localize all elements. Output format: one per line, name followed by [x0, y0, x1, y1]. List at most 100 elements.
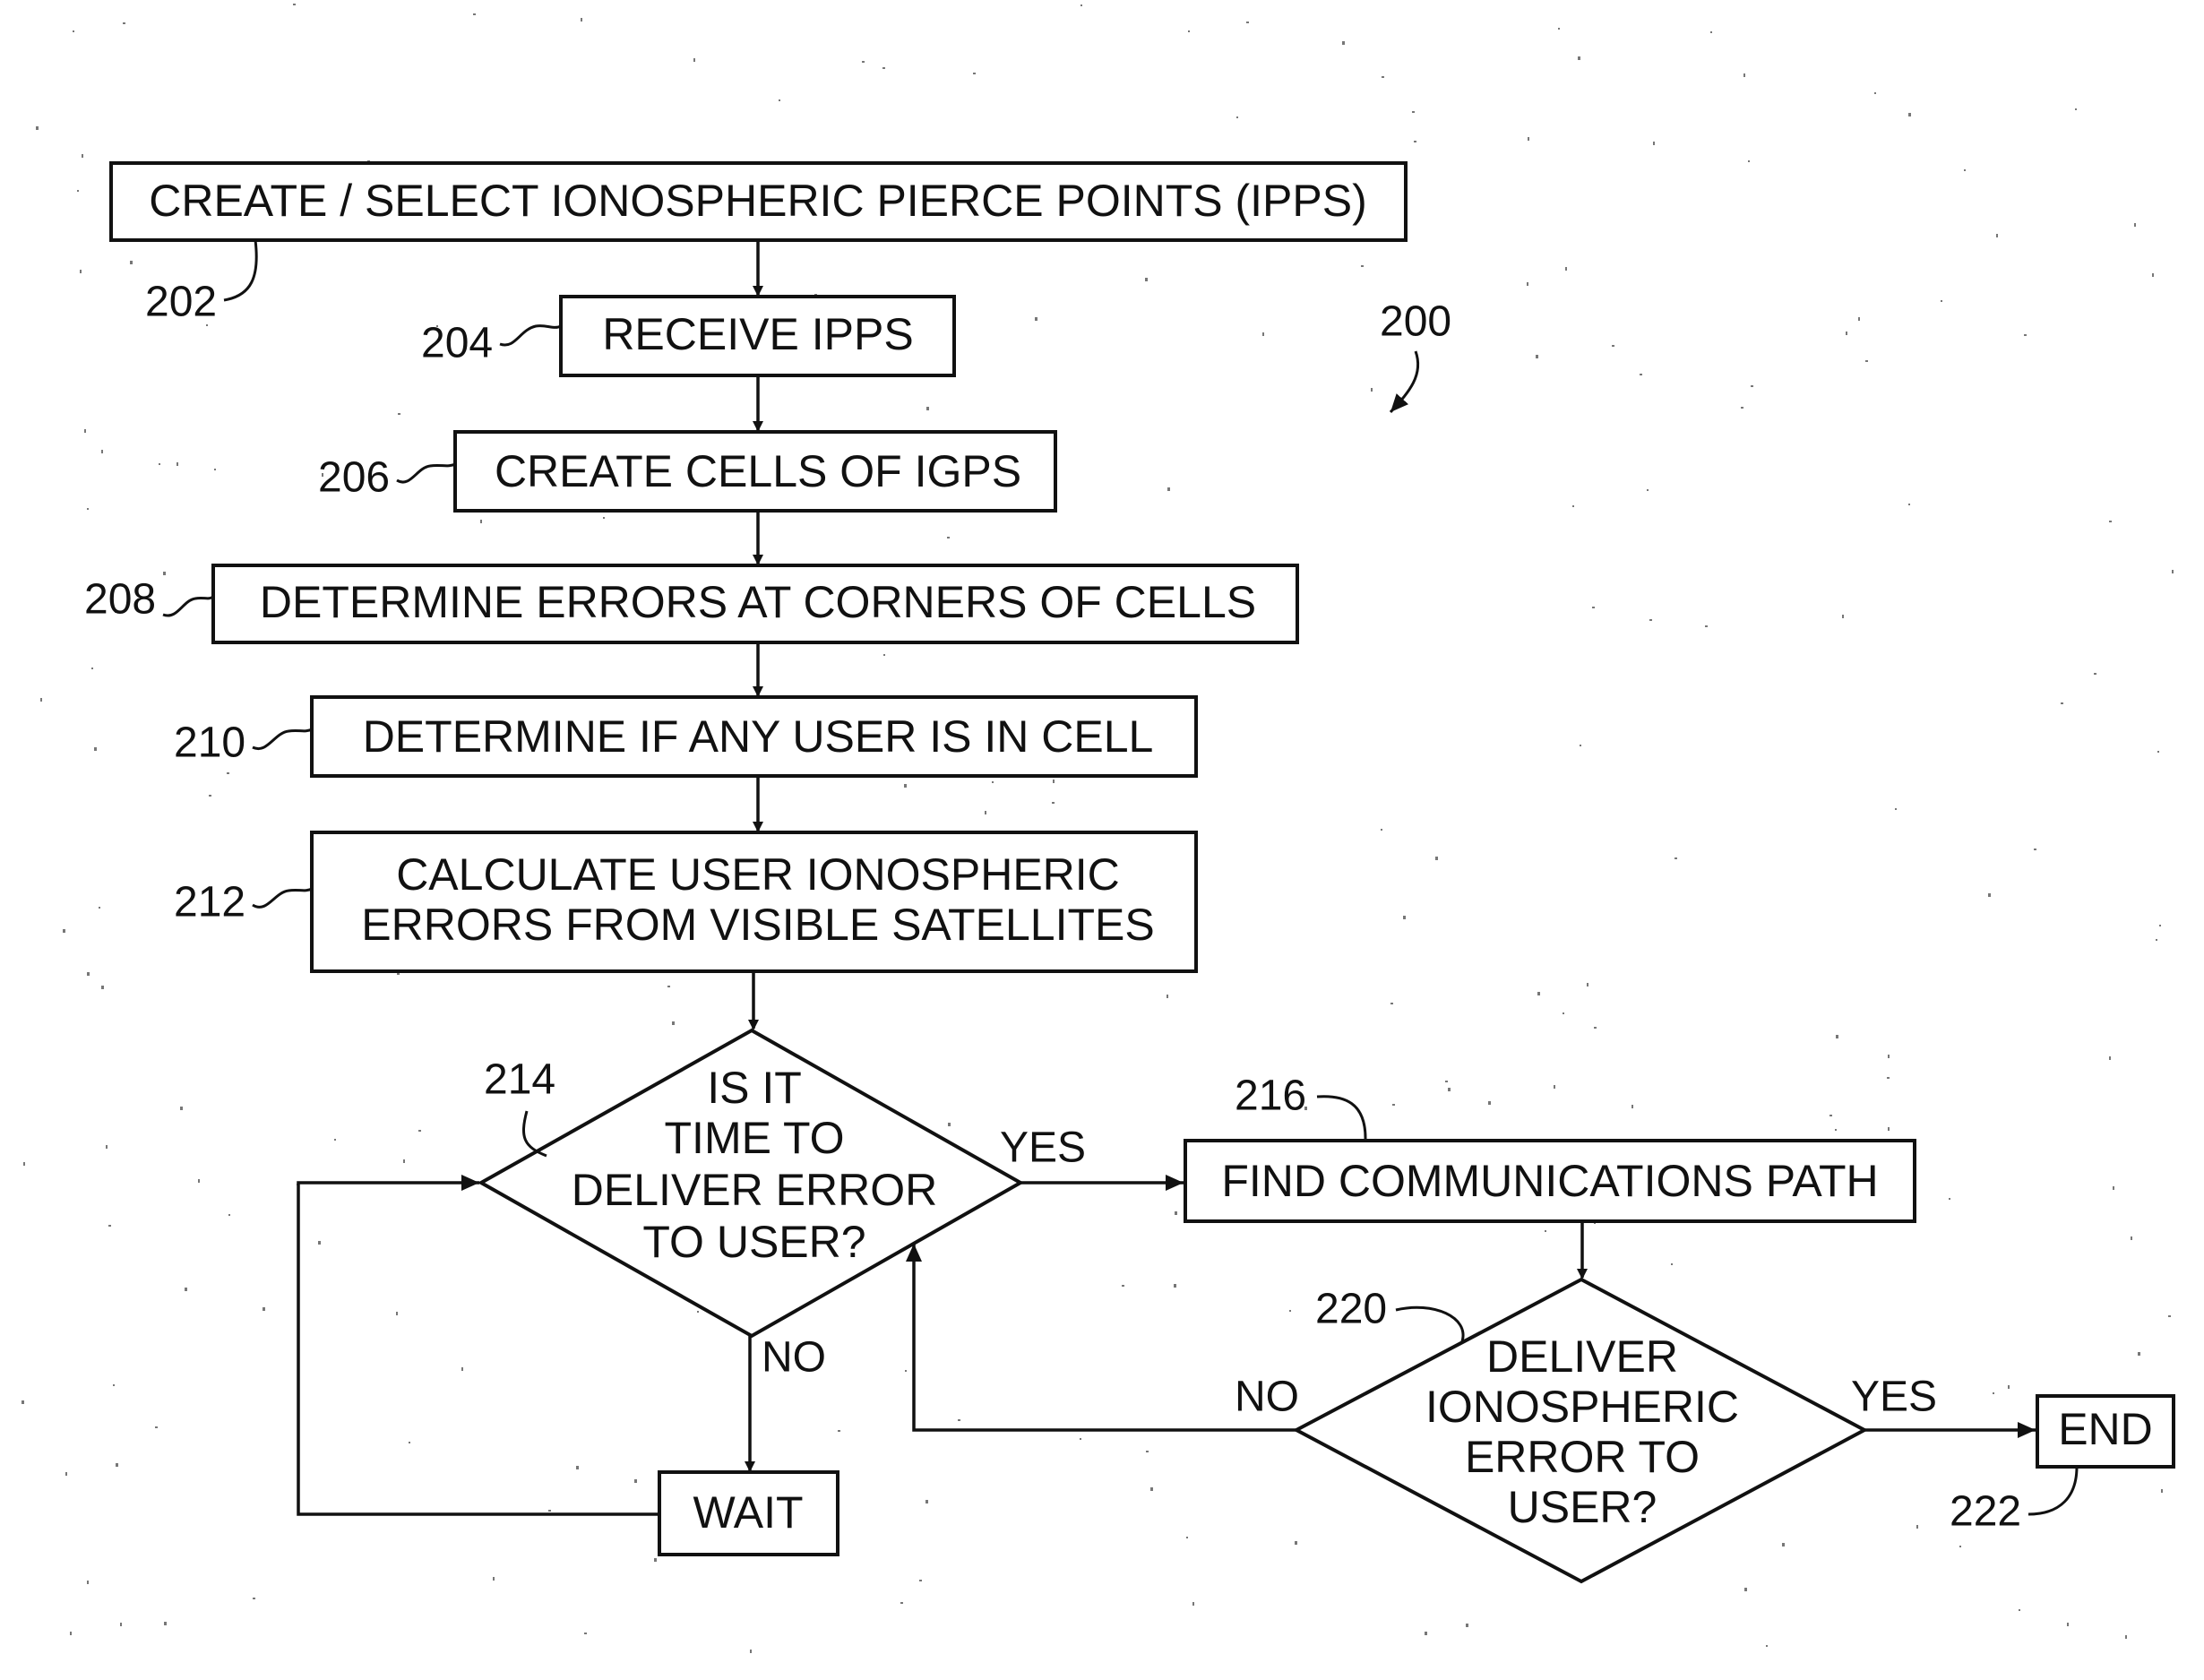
scan-speck [1262, 332, 1264, 336]
scan-speck [1959, 1546, 1961, 1547]
scan-speck [396, 1312, 398, 1315]
ref-206-leader [396, 462, 456, 484]
scan-speck [1592, 607, 1595, 608]
wait-label: WAIT [693, 1487, 803, 1538]
scan-speck [2109, 1056, 2111, 1060]
scan-speck [2109, 521, 2112, 522]
step-204-label: RECEIVE IPPS [602, 309, 913, 359]
scan-speck [1448, 1088, 1451, 1091]
scan-speck [2075, 108, 2077, 110]
scan-speck [948, 1123, 951, 1126]
scan-speck [1744, 1588, 1747, 1591]
scan-speck [116, 1463, 118, 1467]
scan-speck [1381, 829, 1382, 831]
scan-speck [1289, 1310, 1291, 1312]
step-204-box[interactable]: RECEIVE IPPS [559, 295, 956, 377]
scan-speck [1246, 22, 1249, 23]
scan-speck [398, 413, 400, 415]
scan-speck [1888, 1127, 1890, 1131]
scan-speck [180, 1107, 183, 1110]
scan-speck [603, 517, 605, 519]
ref-202-leader [223, 239, 258, 302]
step-210-box[interactable]: DETERMINE IF ANY USER IS IN CELL [310, 695, 1198, 778]
scan-speck [1403, 916, 1406, 919]
scan-speck [672, 1021, 675, 1025]
scan-speck [101, 450, 103, 453]
step-216-box[interactable]: FIND COMMUNICATIONS PATH [1184, 1139, 1916, 1223]
scan-speck [1371, 388, 1373, 392]
scan-speck [2157, 751, 2159, 753]
end-box[interactable]: END [2036, 1394, 2175, 1469]
scan-speck [461, 1367, 463, 1371]
scan-speck [63, 929, 65, 933]
step-212-label-line1: CALCULATE USER IONOSPHERIC [396, 849, 1120, 900]
decision-220-label-line2: IONOSPHERIC [1425, 1382, 1739, 1432]
scan-speck [1445, 1081, 1448, 1082]
scan-speck [1835, 1129, 1837, 1131]
scan-speck [634, 1479, 637, 1483]
scan-speck [87, 972, 90, 976]
scan-speck [926, 1500, 928, 1503]
scan-speck [409, 1442, 410, 1443]
scan-speck [1647, 489, 1649, 491]
scan-speck [70, 1632, 72, 1635]
scan-speck [1572, 505, 1574, 507]
step-206-box[interactable]: CREATE CELLS OF IGPS [453, 430, 1057, 513]
scan-speck [1537, 992, 1540, 995]
scan-speck [1836, 1035, 1838, 1038]
scan-speck [862, 61, 865, 63]
scan-speck [2067, 1623, 2069, 1626]
ref-208-leader [162, 595, 214, 617]
scan-speck [403, 1159, 405, 1163]
scan-speck [919, 1580, 922, 1581]
scan-speck [973, 73, 976, 74]
scan-speck [2034, 849, 2036, 850]
scan-speck [1435, 857, 1438, 860]
scan-speck [159, 463, 160, 465]
decision-220-yes-label: YES [1851, 1374, 1937, 1421]
step-212-box[interactable]: CALCULATE USER IONOSPHERIC ERRORS FROM V… [310, 831, 1198, 973]
decision-220-label-line4: USER? [1508, 1482, 1657, 1532]
scan-speck [1993, 1392, 1994, 1394]
scan-speck [80, 270, 82, 273]
scan-speck [1563, 1012, 1564, 1014]
ref-206: 206 [318, 454, 390, 502]
decision-214-no-label: NO [762, 1334, 826, 1382]
scan-speck [1188, 30, 1190, 32]
ref-222-leader [2028, 1466, 2079, 1516]
ref-210: 210 [174, 719, 245, 767]
scan-speck [2159, 925, 2161, 926]
scan-speck [2113, 1186, 2114, 1190]
step-216-label: FIND COMMUNICATIONS PATH [1221, 1156, 1878, 1206]
scan-speck [176, 462, 178, 466]
step-208-box[interactable]: DETERMINE ERRORS AT CORNERS OF CELLS [211, 564, 1299, 644]
scan-speck [1829, 1115, 1832, 1116]
scan-speck [1631, 1105, 1633, 1108]
scan-speck [1150, 1487, 1153, 1491]
scan-speck [1710, 31, 1712, 33]
scan-speck [91, 668, 93, 669]
scan-speck [584, 1633, 587, 1634]
decision-214-diamond[interactable]: IS IT TIME TO DELIVER ERROR TO USER? [477, 1028, 1025, 1339]
scan-speck [65, 1472, 67, 1476]
ref-216-leader [1316, 1095, 1367, 1142]
scan-speck [779, 99, 780, 101]
wait-box[interactable]: WAIT [658, 1470, 839, 1556]
scan-speck [992, 781, 994, 783]
scan-speck [947, 537, 950, 538]
scan-speck [1175, 1211, 1177, 1215]
ref-210-leader [252, 728, 313, 751]
scan-speck [1908, 113, 1911, 116]
scan-speck [2019, 1609, 2020, 1611]
scan-speck [1908, 504, 1910, 505]
step-202-label: CREATE / SELECT IONOSPHERIC PIERCE POINT… [149, 176, 1367, 226]
step-202-box[interactable]: CREATE / SELECT IONOSPHERIC PIERCE POINT… [109, 161, 1408, 242]
decision-214-label-line2: TIME TO [665, 1113, 845, 1163]
scan-speck [209, 795, 211, 797]
scan-speck [1578, 56, 1580, 60]
scan-speck [2125, 1635, 2127, 1639]
scan-speck [318, 1241, 321, 1245]
scan-speck [905, 1370, 907, 1372]
scan-speck [1080, 4, 1082, 6]
scan-speck [227, 772, 229, 774]
